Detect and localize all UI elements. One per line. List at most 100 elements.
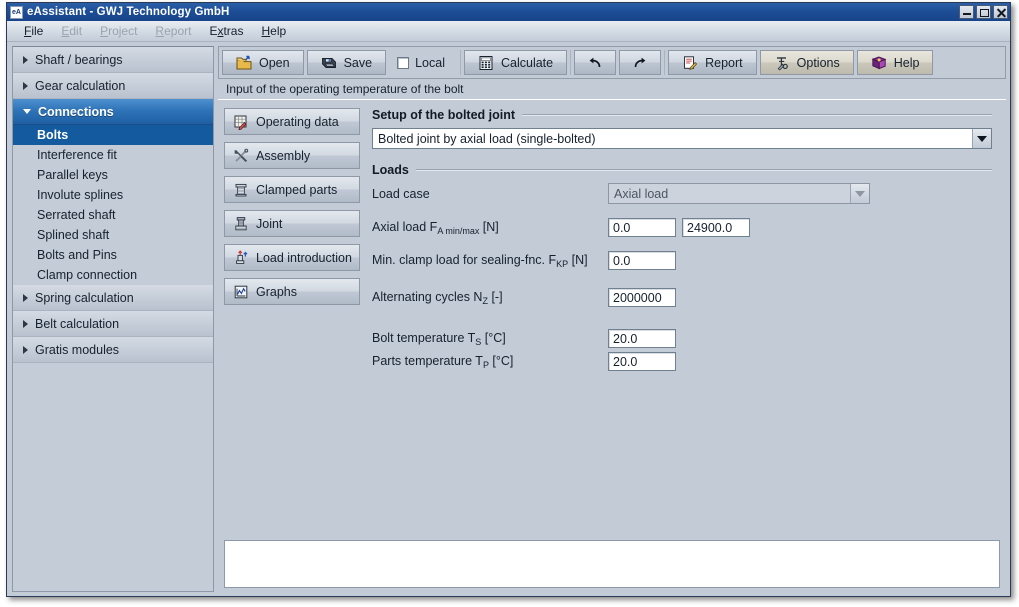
axial-load-max-input[interactable]: 24900.0 (682, 218, 750, 237)
chevron-up-icon (23, 109, 31, 114)
app-icon: eA (10, 6, 23, 19)
joint-type-dropdown[interactable]: Bolted joint by axial load (single-bolte… (372, 128, 992, 149)
min-clamp-load-label-sub: KP (556, 259, 568, 269)
parts-temperature-label: Parts temperature TP [°C] (372, 354, 608, 370)
chevron-down-icon (855, 191, 865, 197)
sidebar-item-label: Bolts (37, 128, 68, 142)
minimize-button[interactable] (959, 5, 974, 19)
nav-button-clamped-parts[interactable]: Clamped parts (224, 176, 360, 203)
open-button-label: Open (259, 56, 290, 70)
nav-button-label: Clamped parts (256, 183, 337, 197)
sidebar-item-clamp-connection[interactable]: Clamp connection (13, 265, 213, 285)
menu-item-help[interactable]: Help (252, 22, 295, 40)
axial-load-row: Axial load FA min/max [N] 0.0 24900.0 (372, 218, 992, 237)
maximize-button[interactable] (976, 5, 991, 19)
nav-button-operating-data[interactable]: Operating data (224, 108, 360, 135)
sidebar-item-label: Splined shaft (37, 228, 109, 242)
nav-button-load-introduction[interactable]: Load introduction (224, 244, 360, 271)
sidebar-item-splined-shaft[interactable]: Splined shaft (13, 225, 213, 245)
help-button[interactable]: Help (857, 50, 934, 75)
open-button[interactable]: Open (222, 50, 304, 75)
menu-bar: File Edit Project Report Extras Help (7, 21, 1010, 42)
joint-type-value: Bolted joint by axial load (single-bolte… (373, 132, 972, 146)
title-bar: eA eAssistant - GWJ Technology GmbH (7, 3, 1010, 21)
alternating-cycles-label-post: [-] (488, 290, 503, 304)
min-clamp-load-label-post: [N] (568, 253, 587, 267)
axial-load-label-pre: Axial load F (372, 220, 437, 234)
dropdown-arrow-button[interactable] (972, 129, 991, 148)
bolt-temperature-value: 20.0 (613, 332, 637, 346)
axial-load-label-sub: A min/max (437, 226, 479, 236)
sidebar-group-belt-calculation[interactable]: Belt calculation (13, 311, 213, 337)
sidebar-group-shaft-bearings[interactable]: Shaft / bearings (13, 47, 213, 73)
bolt-temperature-label-pre: Bolt temperature T (372, 331, 475, 345)
sidebar-group-label: Belt calculation (35, 317, 119, 331)
load-case-value: Axial load (609, 187, 850, 201)
bolt-temperature-row: Bolt temperature TS [°C] 20.0 (372, 329, 992, 348)
sidebar-group-gear-calculation[interactable]: Gear calculation (13, 73, 213, 99)
chevron-right-icon (23, 346, 28, 354)
parts-temperature-value: 20.0 (613, 355, 637, 369)
message-output-panel (224, 540, 1000, 588)
sidebar-item-label: Interference fit (37, 148, 117, 162)
clamped-parts-icon (233, 182, 249, 198)
report-button[interactable]: Report (668, 50, 757, 75)
alternating-cycles-row: Alternating cycles NZ [-] 2000000 (372, 288, 992, 307)
menu-item-file[interactable]: File (15, 22, 52, 40)
alternating-cycles-input[interactable]: 2000000 (608, 288, 676, 307)
axial-load-max-value: 24900.0 (687, 221, 732, 235)
sidebar-empty-space (13, 363, 213, 591)
sidebar-item-label: Bolts and Pins (37, 248, 117, 262)
chevron-right-icon (23, 82, 28, 90)
toolbar-separator (570, 50, 571, 75)
parts-temperature-input[interactable]: 20.0 (608, 352, 676, 371)
redo-button[interactable] (619, 50, 661, 75)
parts-temperature-label-pre: Parts temperature T (372, 354, 483, 368)
sidebar-group-label: Shaft / bearings (35, 53, 123, 67)
nav-button-assembly[interactable]: Assembly (224, 142, 360, 169)
redo-arrow-icon (632, 55, 648, 71)
joint-bolt-icon (233, 216, 249, 232)
sidebar-item-serrated-shaft[interactable]: Serrated shaft (13, 205, 213, 225)
load-case-dropdown: Axial load (608, 183, 870, 204)
nav-button-graphs[interactable]: Graphs (224, 278, 360, 305)
options-button-label: Options (797, 56, 840, 70)
sidebar-group-gratis-modules[interactable]: Gratis modules (13, 337, 213, 363)
parts-temperature-label-post: [°C] (489, 354, 513, 368)
menu-item-project: Project (91, 22, 146, 40)
window-title: eAssistant - GWJ Technology GmbH (27, 6, 957, 18)
axial-load-min-input[interactable]: 0.0 (608, 218, 676, 237)
options-button[interactable]: Options (760, 50, 854, 75)
sidebar-group-label: Spring calculation (35, 291, 134, 305)
menu-label-file: ile (31, 24, 43, 38)
sidebar-item-involute-splines[interactable]: Involute splines (13, 185, 213, 205)
load-case-row: Load case Axial load (372, 183, 992, 204)
sidebar-item-bolts[interactable]: Bolts (13, 125, 213, 145)
save-button[interactable]: Save (307, 50, 387, 75)
save-button-label: Save (344, 56, 373, 70)
load-introduction-icon (233, 250, 249, 266)
window-body: Shaft / bearings Gear calculation Connec… (7, 42, 1010, 596)
sidebar-item-bolts-and-pins[interactable]: Bolts and Pins (13, 245, 213, 265)
menu-item-edit: Edit (52, 22, 91, 40)
min-clamp-load-input[interactable]: 0.0 (608, 251, 676, 270)
axial-load-min-value: 0.0 (613, 221, 630, 235)
axial-load-label: Axial load FA min/max [N] (372, 220, 608, 236)
nav-button-joint[interactable]: Joint (224, 210, 360, 237)
menu-item-extras[interactable]: Extras (200, 22, 252, 40)
sidebar-group-spring-calculation[interactable]: Spring calculation (13, 285, 213, 311)
close-button[interactable] (993, 5, 1008, 19)
section-nav-buttons: Operating data Assembly (224, 108, 360, 540)
local-checkbox[interactable]: Local (389, 56, 457, 70)
setup-group-title: Setup of the bolted joint (372, 108, 515, 122)
sidebar-item-parallel-keys[interactable]: Parallel keys (13, 165, 213, 185)
sidebar-item-interference-fit[interactable]: Interference fit (13, 145, 213, 165)
sidebar-group-label: Gear calculation (35, 79, 125, 93)
graphs-chart-icon (233, 284, 249, 300)
sidebar-group-connections[interactable]: Connections (13, 99, 213, 125)
undo-button[interactable] (574, 50, 616, 75)
bolt-temperature-input[interactable]: 20.0 (608, 329, 676, 348)
main-region: Open Save Local (218, 46, 1006, 592)
chevron-right-icon (23, 294, 28, 302)
calculate-button[interactable]: Calculate (464, 50, 567, 75)
